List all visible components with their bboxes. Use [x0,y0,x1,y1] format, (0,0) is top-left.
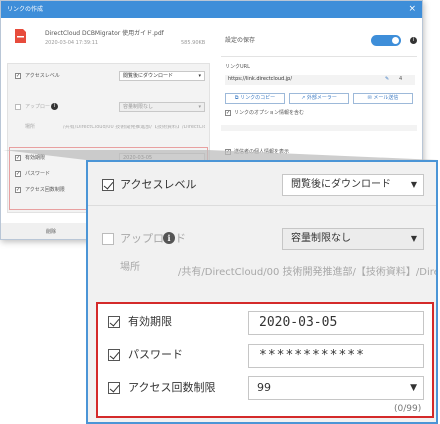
divider [88,205,436,206]
access-limit-value: 99 [257,381,271,394]
expiry-date-input[interactable]: 2020-03-05 [248,311,424,335]
upload-checkbox[interactable] [102,233,114,245]
access-limit-label: アクセス回数制限 [128,381,216,394]
upload-limit-value: 容量制限なし [291,233,351,244]
security-options-highlight: 有効期限 2020-03-05 パスワード ************ アクセス回… [96,302,434,418]
char-count: (0/99) [394,404,422,414]
password-checkbox[interactable] [108,349,120,361]
expiry-checkbox[interactable] [108,316,120,328]
access-level-label: アクセスレベル [120,178,197,191]
password-label: パスワード [128,348,183,361]
location-path: /共有/DirectCloud/00 技術開発推進部/【技術資料】/Direct… [178,267,436,278]
location-label: 場所 [120,262,140,273]
upload-limit-select[interactable]: 容量制限なし ▼ [282,228,424,250]
access-limit-select[interactable]: 99 ▼ [248,376,424,400]
info-icon[interactable]: i [163,232,175,244]
chevron-down-icon: ▼ [410,180,417,189]
password-input[interactable]: ************ [248,344,424,368]
access-level-checkbox[interactable] [102,179,114,191]
access-level-value: 閲覧後にダウンロード [291,179,391,190]
access-level-select[interactable]: 閲覧後にダウンロード ▼ [282,174,424,196]
upload-label: アップロード [120,232,186,245]
expiry-label: 有効期限 [128,315,172,328]
chevron-down-icon: ▼ [410,234,417,243]
access-limit-checkbox[interactable] [108,382,120,394]
zoomed-options-panel: アクセスレベル 閲覧後にダウンロード ▼ アップロード i 容量制限なし ▼ 場所 … [86,160,438,424]
chevron-down-icon: ▼ [410,383,417,393]
